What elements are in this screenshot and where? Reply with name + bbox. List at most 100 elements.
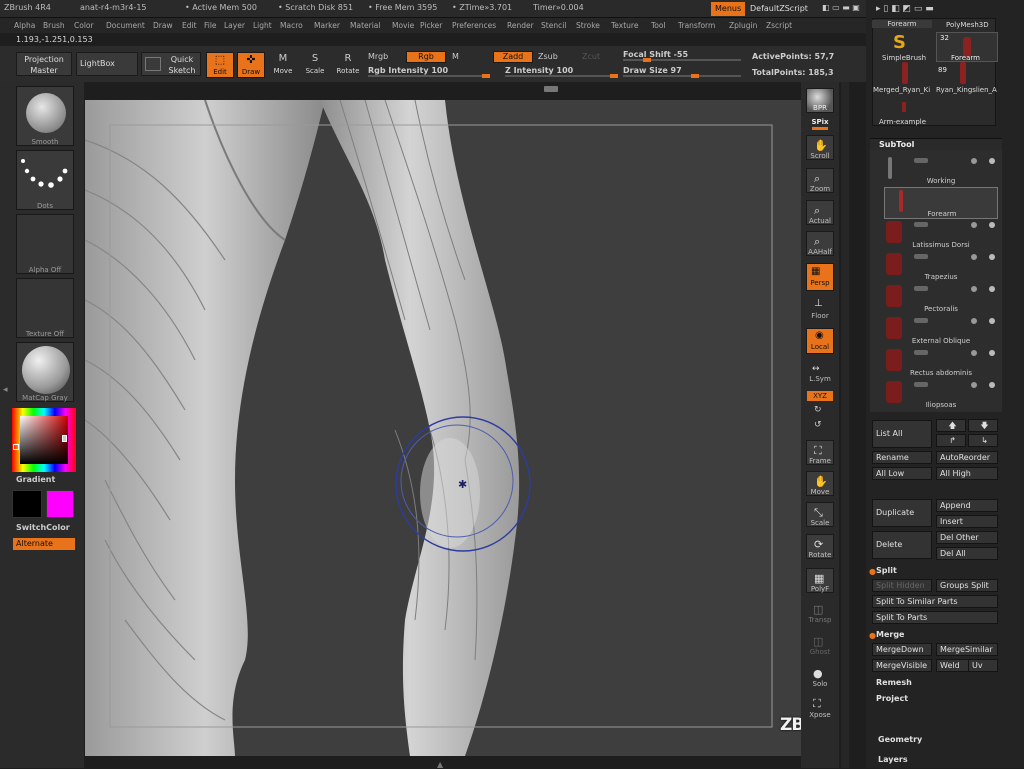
remesh-section[interactable]: Remesh: [876, 678, 912, 687]
projection-master-button[interactable]: Projection Master: [16, 52, 72, 76]
subtool-item-rectus[interactable]: Rectus abdominis: [884, 347, 998, 379]
alternate-button[interactable]: Alternate: [13, 538, 75, 550]
subtool-item-latissimus[interactable]: Latissimus Dorsi: [884, 219, 998, 251]
canvas-scroll-handle[interactable]: [544, 86, 558, 92]
rotate-button[interactable]: R Rotate: [334, 52, 362, 78]
subtool-item-forearm[interactable]: Forearm: [884, 187, 998, 219]
menu-material[interactable]: Material: [350, 21, 380, 30]
autoreorder-button[interactable]: AutoReorder: [936, 451, 998, 464]
arm-example-icon[interactable]: [902, 102, 906, 112]
merge-similar-button[interactable]: MergeSimilar: [936, 643, 998, 656]
merged-label[interactable]: Merged_Ryan_Ki: [873, 86, 930, 94]
zsub-button[interactable]: Zsub: [538, 52, 558, 61]
geometry-section[interactable]: Geometry: [878, 735, 922, 744]
menu-zplugin[interactable]: Zplugin: [729, 21, 757, 30]
menu-color[interactable]: Color: [74, 21, 94, 30]
split-header[interactable]: Split: [876, 566, 897, 575]
default-zscript-button[interactable]: DefaultZScript: [746, 2, 812, 16]
layers-section[interactable]: Layers: [878, 755, 908, 764]
subtool-visibility-toggles[interactable]: [914, 285, 998, 293]
texture-thumbnail[interactable]: [16, 278, 74, 338]
menu-texture[interactable]: Texture: [611, 21, 638, 30]
subtool-item-trapezius[interactable]: Trapezius: [884, 251, 998, 283]
alpha-thumbnail[interactable]: [16, 214, 74, 274]
spix-slider[interactable]: [812, 127, 828, 130]
menu-zscript[interactable]: Zscript: [766, 21, 792, 30]
viewport-canvas[interactable]: ✱ ZBRUSH WORKSHOPS: [85, 100, 801, 756]
menu-picker[interactable]: Picker: [420, 21, 442, 30]
zadd-button[interactable]: Zadd: [493, 51, 533, 63]
subtool-item-pectoralis[interactable]: Pectoralis: [884, 283, 998, 315]
move-up-button[interactable]: 🡅: [936, 419, 966, 432]
del-other-button[interactable]: Del Other: [936, 531, 998, 544]
palette-header-icons[interactable]: ▸ ▯ ◧ ◩ ▭ ▬: [876, 4, 934, 14]
ryan-mesh-icon[interactable]: [960, 62, 966, 84]
z-intensity-track[interactable]: [505, 74, 618, 78]
menu-edit[interactable]: Edit: [182, 21, 197, 30]
material-thumbnail[interactable]: [16, 342, 74, 402]
main-color-swatch[interactable]: [12, 490, 42, 518]
menu-document[interactable]: Document: [106, 21, 145, 30]
scale-button[interactable]: S Scale: [302, 52, 328, 78]
rotate-y-icon[interactable]: ↻: [814, 405, 822, 415]
all-high-button[interactable]: All High: [936, 467, 998, 480]
subtool-item-external-oblique[interactable]: External Oblique: [884, 315, 998, 347]
mrgb-button[interactable]: Mrgb: [368, 52, 388, 61]
menu-file[interactable]: File: [204, 21, 217, 30]
delete-button[interactable]: Delete: [872, 531, 932, 559]
z-intensity-slider[interactable]: Z Intensity 100: [505, 66, 573, 75]
focal-shift-track[interactable]: [623, 58, 741, 62]
merge-down-button[interactable]: MergeDown: [872, 643, 932, 656]
all-low-button[interactable]: All Low: [872, 467, 932, 480]
simplebrush-icon[interactable]: S: [893, 32, 906, 53]
move-down-button[interactable]: 🡇: [968, 419, 998, 432]
del-all-button[interactable]: Del All: [936, 547, 998, 560]
spix-label[interactable]: SPix: [801, 118, 839, 126]
zcut-button[interactable]: Zcut: [582, 52, 600, 61]
merge-visible-button[interactable]: MergeVisible: [872, 659, 932, 672]
ryan-label[interactable]: Ryan_Kingslien_A: [936, 86, 997, 94]
menu-movie[interactable]: Movie: [392, 21, 414, 30]
merge-header[interactable]: Merge: [876, 630, 904, 639]
switch-color-button[interactable]: SwitchColor: [16, 523, 70, 532]
brush-thumbnail[interactable]: [16, 86, 74, 146]
append-button[interactable]: Append: [936, 499, 998, 512]
m-button[interactable]: M: [452, 52, 459, 61]
merged-mesh-icon[interactable]: [902, 62, 908, 84]
insert-button[interactable]: Insert: [936, 515, 998, 528]
color-picker[interactable]: [12, 408, 76, 472]
secondary-color-swatch[interactable]: [46, 490, 74, 518]
arrow-up-right-icon[interactable]: ↱: [936, 434, 966, 447]
subtool-header[interactable]: SubTool: [879, 140, 914, 149]
weld-button[interactable]: Weld: [936, 659, 970, 672]
menu-alpha[interactable]: Alpha: [14, 21, 35, 30]
menu-layer[interactable]: Layer: [224, 21, 245, 30]
current-tool-label[interactable]: Forearm: [872, 20, 932, 28]
move-button[interactable]: M Move: [270, 52, 296, 78]
groups-split-button[interactable]: Groups Split: [936, 579, 998, 592]
menu-draw[interactable]: Draw: [153, 21, 173, 30]
left-tray-toggle[interactable]: ◂: [3, 385, 8, 399]
draw-size-slider[interactable]: Draw Size 97: [623, 66, 682, 75]
subtool-visibility-toggles[interactable]: [914, 317, 998, 325]
arrow-down-right-icon[interactable]: ↳: [968, 434, 998, 447]
menus-button[interactable]: Menus: [711, 2, 746, 16]
project-section[interactable]: Project: [876, 694, 908, 703]
gradient-label[interactable]: Gradient: [16, 475, 55, 484]
menu-stencil[interactable]: Stencil: [541, 21, 566, 30]
subtool-item-working[interactable]: Working: [884, 155, 998, 187]
rgb-button[interactable]: Rgb: [406, 51, 446, 63]
draw-size-track[interactable]: [623, 74, 741, 78]
draw-button[interactable]: ✜ Draw: [237, 52, 265, 78]
menu-tool[interactable]: Tool: [651, 21, 666, 30]
duplicate-button[interactable]: Duplicate: [872, 499, 932, 527]
menu-render[interactable]: Render: [507, 21, 534, 30]
color-square[interactable]: [20, 416, 68, 464]
polymesh-label[interactable]: PolyMesh3D: [946, 21, 989, 29]
persp-button[interactable]: ▦ Persp: [806, 263, 834, 291]
menu-transform[interactable]: Transform: [678, 21, 715, 30]
quick-sketch-button[interactable]: Quick Sketch: [141, 52, 201, 76]
rgb-intensity-track[interactable]: [368, 74, 490, 78]
edit-button[interactable]: ⬚ Edit: [206, 52, 234, 78]
subtool-visibility-toggles[interactable]: [914, 221, 998, 229]
